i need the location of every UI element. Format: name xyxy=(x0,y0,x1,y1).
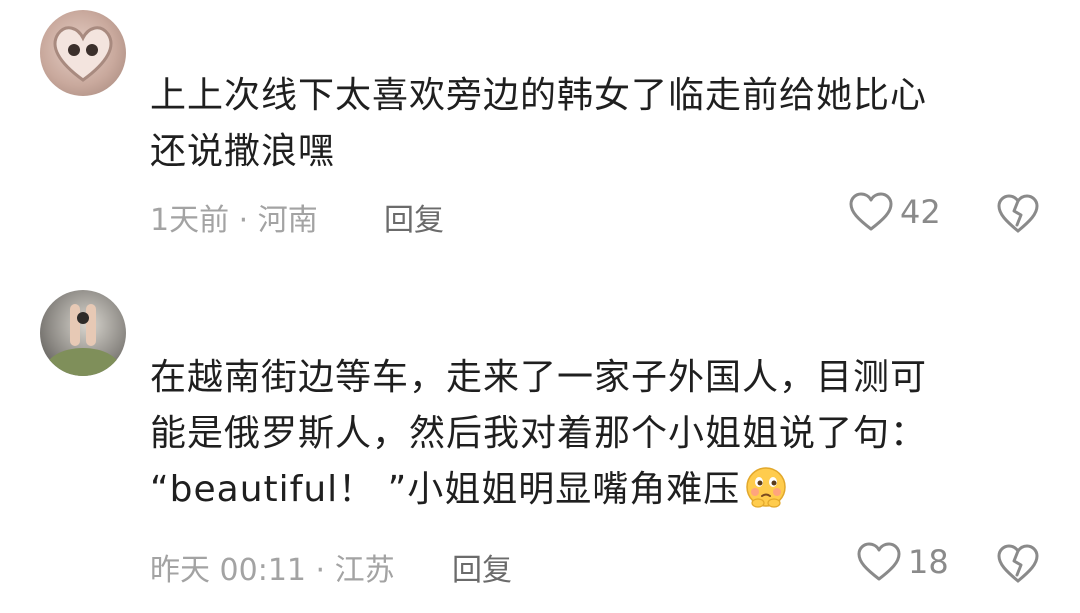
comment-text-segment: “beautiful！ ”小姐姐明显嘴角难压 xyxy=(150,469,741,510)
broken-heart-icon[interactable] xyxy=(996,543,1040,585)
comment-text-line: 能是俄罗斯人，然后我对着那个小姐姐说了句： xyxy=(150,413,928,454)
avatar[interactable] xyxy=(40,290,126,376)
comment-text-line: 上上次线下太喜欢旁边的韩女了临走前给她比心 xyxy=(150,75,928,116)
broken-heart-icon[interactable] xyxy=(996,193,1040,235)
heart-outline-icon xyxy=(857,542,901,581)
reply-button[interactable]: 回复 xyxy=(452,545,512,589)
comment-text: 上上次线下太喜欢旁边的韩女了临走前给她比心 还说撒浪嘿 xyxy=(150,68,1030,180)
like-count: 42 xyxy=(900,193,941,231)
photo-avatar-image xyxy=(45,304,121,376)
comment-text-line: “beautiful！ ”小姐姐明显嘴角难压 xyxy=(150,462,1030,518)
avatar[interactable] xyxy=(40,10,126,96)
comment-text: 在越南街边等车，走来了一家子外国人，目测可 能是俄罗斯人，然后我对着那个小姐姐说… xyxy=(150,350,1030,518)
blush-face-emoji xyxy=(746,467,786,508)
comment-item: 上上次线下太喜欢旁边的韩女了临走前给她比心 还说撒浪嘿 1天前 · 河南 回复 … xyxy=(0,0,1080,260)
comment-text-line: 还说撒浪嘿 xyxy=(150,131,336,172)
like-button[interactable]: 18 xyxy=(856,541,949,583)
comment-item: 在越南街边等车，走来了一家子外国人，目测可 能是俄罗斯人，然后我对着那个小姐姐说… xyxy=(0,280,1080,613)
comment-meta: 1天前 · 河南 xyxy=(150,203,318,238)
hands-heart-avatar-image xyxy=(53,26,113,82)
reply-button[interactable]: 回复 xyxy=(384,195,444,239)
like-count: 18 xyxy=(908,543,949,581)
like-button[interactable]: 42 xyxy=(848,191,941,233)
comment-meta: 昨天 00:11 · 江苏 xyxy=(150,553,395,588)
heart-outline-icon xyxy=(849,192,893,231)
comment-text-line: 在越南街边等车，走来了一家子外国人，目测可 xyxy=(150,357,928,398)
